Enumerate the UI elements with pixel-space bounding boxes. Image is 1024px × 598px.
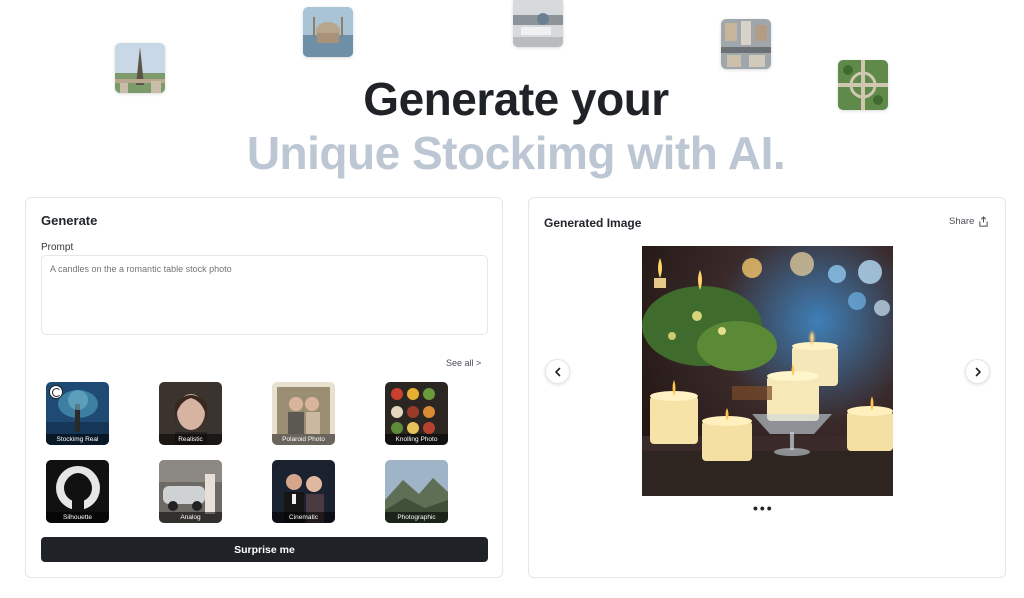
style-label: Polaroid Photo xyxy=(272,434,335,445)
style-card-analog[interactable]: Analog xyxy=(159,460,222,523)
style-label: Analog xyxy=(159,512,222,523)
style-card-cinematic[interactable]: Cinematic xyxy=(272,460,335,523)
next-image-button[interactable] xyxy=(965,359,990,384)
share-button[interactable]: Share xyxy=(949,216,989,227)
style-label: Stockimg Real xyxy=(46,434,109,445)
hero-subtitle: Unique Stockimg with AI. xyxy=(246,127,786,179)
istanbul-thumbnail xyxy=(303,7,353,57)
style-card-stockimg-real[interactable]: Stockimg Real xyxy=(46,382,109,445)
style-label: Cinematic xyxy=(272,512,335,523)
chevron-right-icon xyxy=(975,367,981,376)
style-label: Realistic xyxy=(159,434,222,445)
city-thumbnail xyxy=(721,19,771,69)
generated-image-title: Generated Image xyxy=(544,216,642,230)
generate-panel: Generate Prompt See all > Stockimg Real … xyxy=(25,197,503,578)
style-card-knolling-photo[interactable]: Knolling Photo xyxy=(385,382,448,445)
surprise-me-button[interactable]: Surprise me xyxy=(41,537,488,562)
see-all-link[interactable]: See all > xyxy=(446,358,481,368)
generated-image-panel: Generated Image Share ••• xyxy=(528,197,1006,578)
prompt-input[interactable] xyxy=(41,255,488,335)
selected-check-icon xyxy=(49,385,63,399)
prompt-label: Prompt xyxy=(41,242,74,253)
previous-image-button[interactable] xyxy=(545,359,570,384)
airport-thumbnail xyxy=(513,0,563,47)
generated-image[interactable] xyxy=(642,246,893,496)
style-card-silhouette[interactable]: Silhouette xyxy=(46,460,109,523)
share-label: Share xyxy=(949,216,975,227)
style-label: Photographic xyxy=(385,512,448,523)
style-card-realistic[interactable]: Realistic xyxy=(159,382,222,445)
style-card-photographic[interactable]: Photographic xyxy=(385,460,448,523)
style-label: Silhouette xyxy=(46,512,109,523)
style-card-polaroid-photo[interactable]: Polaroid Photo xyxy=(272,382,335,445)
chevron-left-icon xyxy=(554,367,560,376)
more-options-button[interactable]: ••• xyxy=(753,500,774,516)
style-label: Knolling Photo xyxy=(385,434,448,445)
share-icon xyxy=(979,216,989,227)
hero-title: Generate your xyxy=(363,73,669,125)
generate-panel-title: Generate xyxy=(41,213,98,228)
